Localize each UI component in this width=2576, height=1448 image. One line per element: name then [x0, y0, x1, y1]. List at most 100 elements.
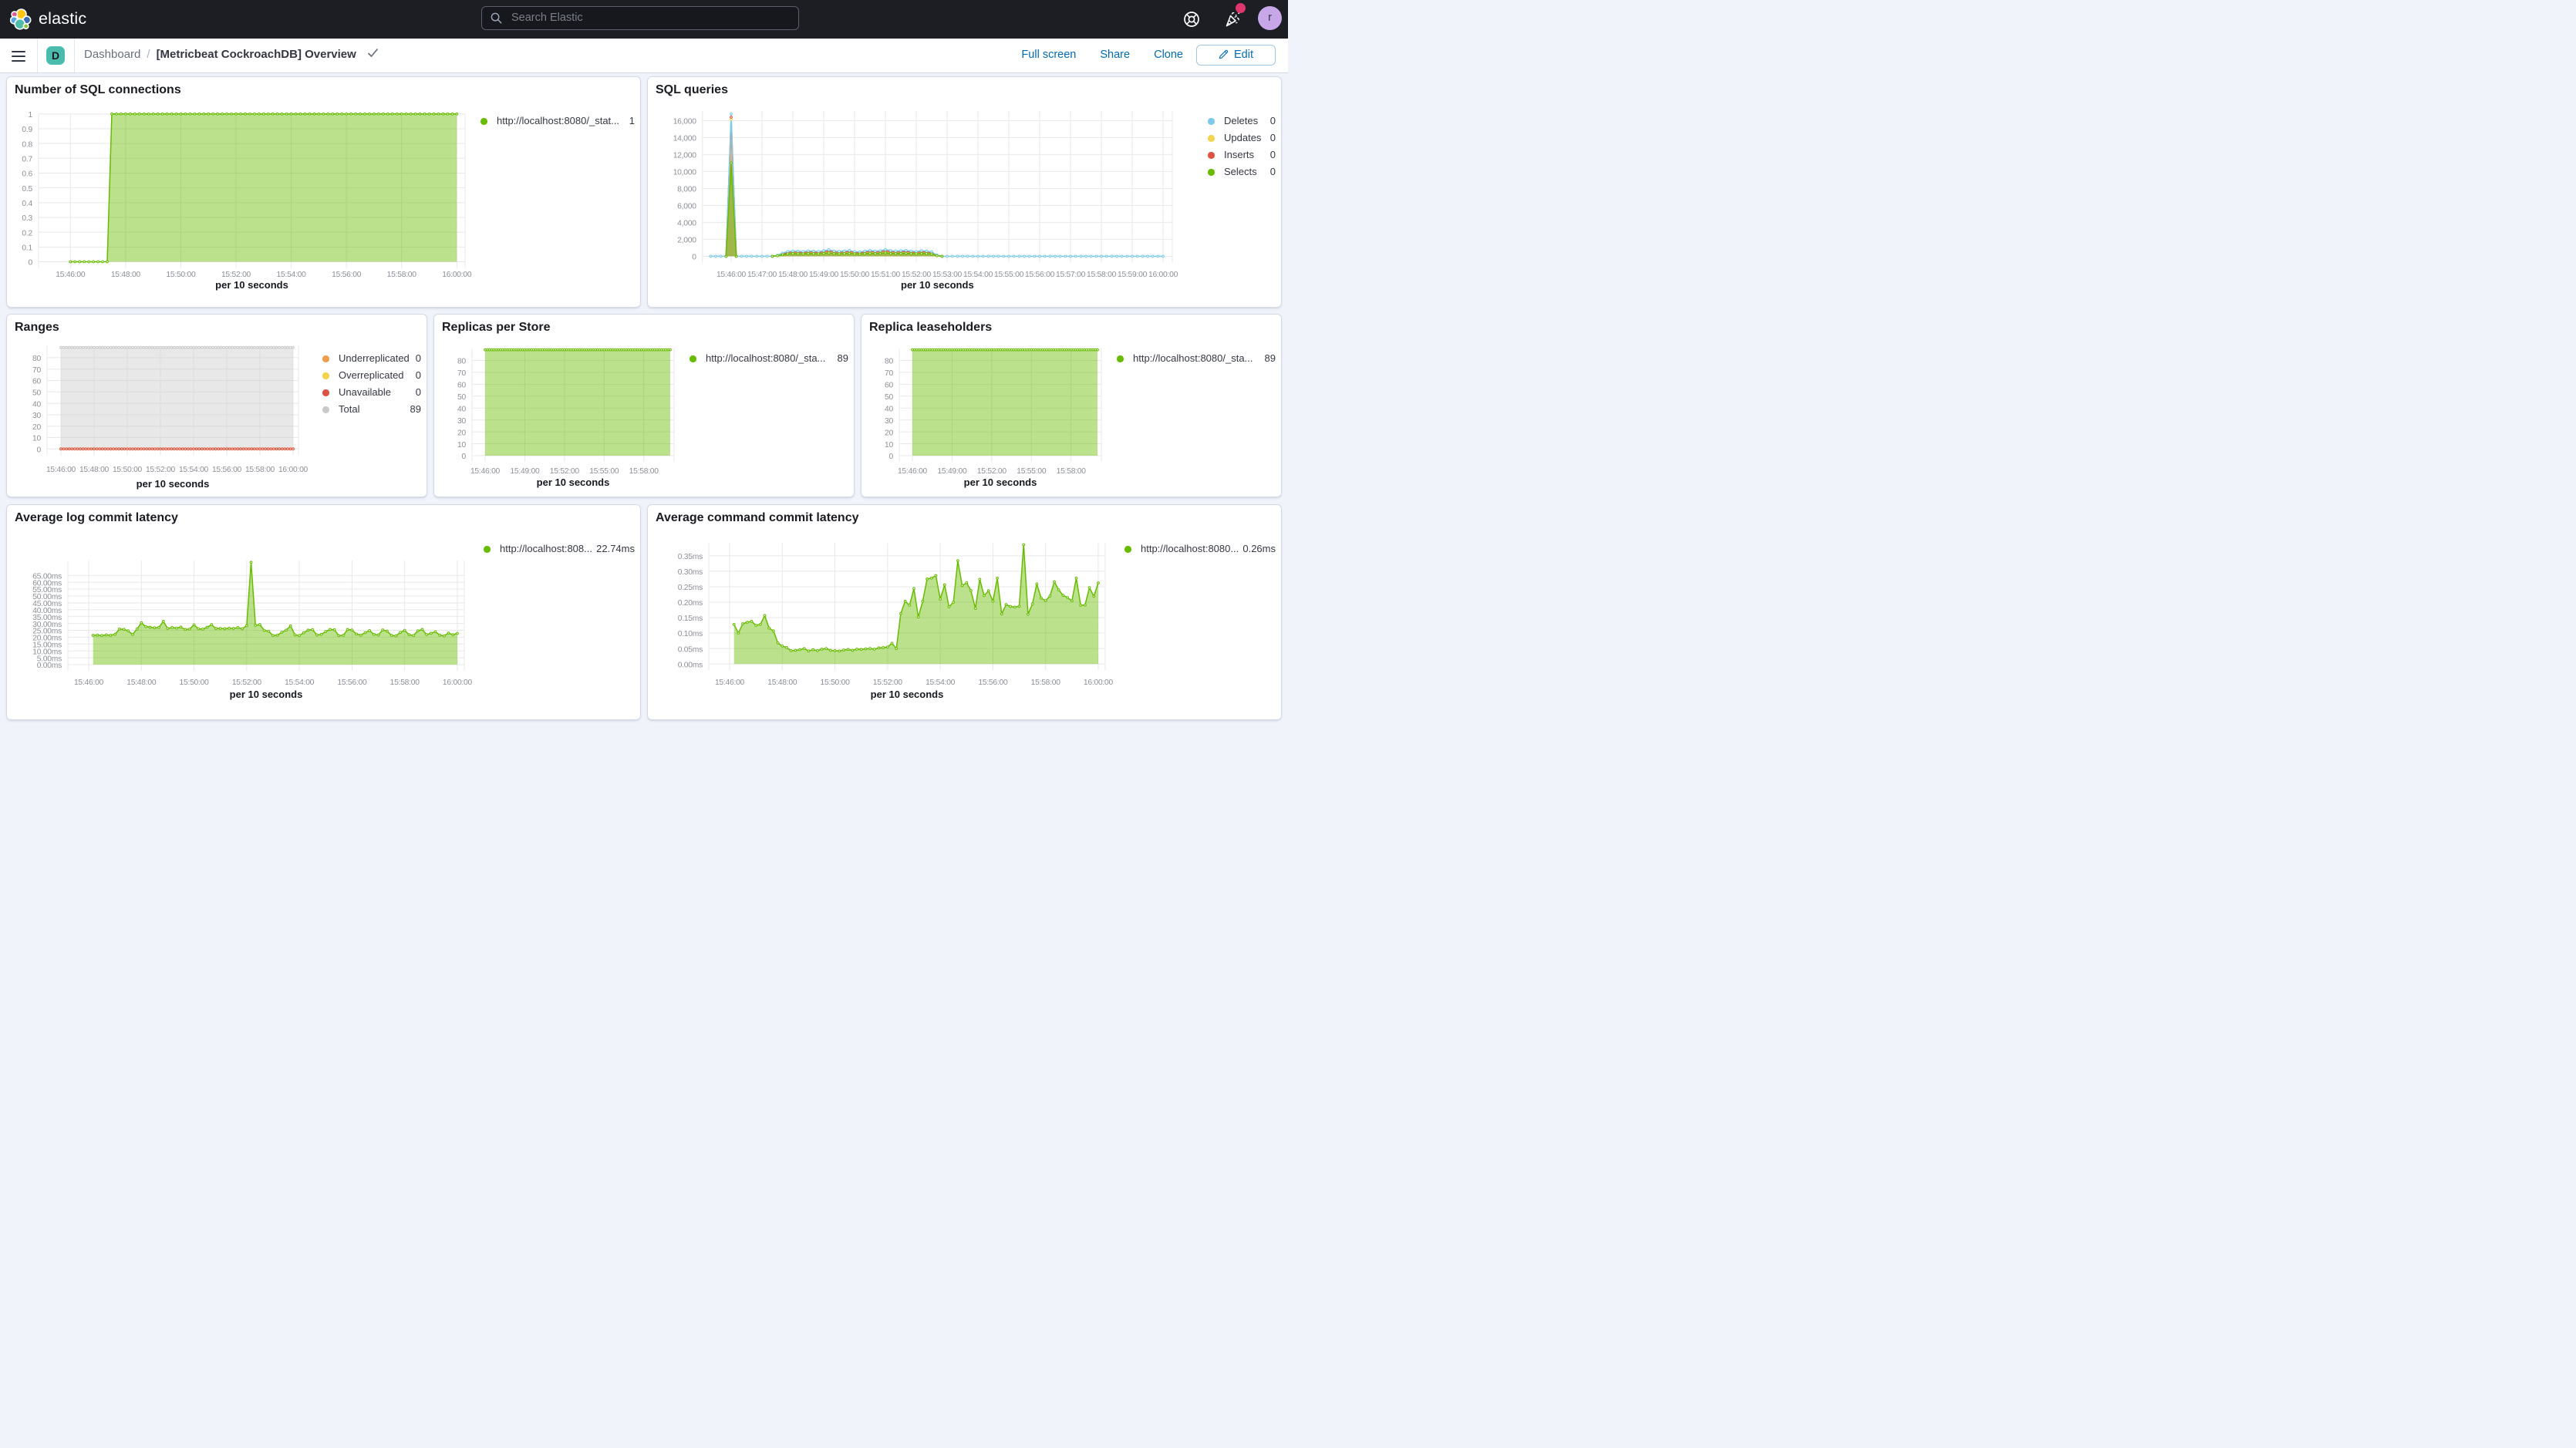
check-icon[interactable] — [367, 48, 379, 58]
svg-text:16:00:00: 16:00:00 — [442, 271, 472, 279]
breadcrumb: Dashboard/[Metricbeat CockroachDB] Overv… — [84, 48, 379, 61]
divider — [37, 39, 38, 72]
legend-series-dot — [1117, 355, 1124, 362]
svg-text:15:58:00: 15:58:00 — [629, 467, 659, 476]
dashboard-app-icon[interactable]: D — [46, 46, 65, 65]
legend-series-dot — [322, 355, 329, 362]
legend-series-label: http://localhost:8080/_sta... — [1133, 350, 1253, 367]
legend-series-label: http://localhost:8080/_sta... — [706, 350, 825, 367]
chart-replicas-per-store: 0102030405060708015:46:0015:49:0015:52:0… — [434, 315, 855, 498]
svg-text:15:50:00: 15:50:00 — [113, 466, 143, 474]
svg-text:65.00ms: 65.00ms — [32, 572, 62, 581]
svg-text:15:50:00: 15:50:00 — [821, 679, 851, 687]
svg-text:50: 50 — [32, 389, 41, 398]
svg-text:15:46:00: 15:46:00 — [898, 467, 928, 476]
svg-text:15:56:00: 15:56:00 — [1025, 271, 1055, 279]
chart-legend: http://localhost:8080...0.26ms — [1124, 540, 1276, 557]
legend-series-label: Inserts — [1224, 146, 1254, 163]
svg-text:15:52:00: 15:52:00 — [977, 467, 1007, 476]
svg-text:15:48:00: 15:48:00 — [126, 679, 157, 687]
menu-icon-bar — [12, 51, 25, 52]
legend-series-value: 0 — [1270, 130, 1276, 146]
legend-series-dot — [322, 372, 329, 379]
svg-text:15:46:00: 15:46:00 — [46, 466, 76, 474]
legend-series-dot — [1208, 169, 1215, 176]
clone-button[interactable]: Clone — [1154, 49, 1183, 61]
svg-text:10: 10 — [457, 441, 466, 450]
legend-series-label: Deletes — [1224, 113, 1258, 130]
svg-text:60: 60 — [32, 378, 41, 386]
legend-series-value: 0 — [1270, 163, 1276, 180]
divider — [74, 39, 75, 72]
svg-text:15:53:00: 15:53:00 — [932, 271, 963, 279]
svg-text:0.2: 0.2 — [22, 229, 32, 237]
legend-series-dot — [322, 389, 329, 396]
full-screen-button[interactable]: Full screen — [1021, 49, 1076, 61]
breadcrumb-dashboard-link[interactable]: Dashboard — [84, 48, 140, 61]
chart-legend: http://localhost:808...22.74ms — [484, 540, 635, 557]
legend-series-value: 22.74ms — [596, 540, 635, 557]
svg-text:15:48:00: 15:48:00 — [767, 679, 797, 687]
legend-series-value: 0 — [1270, 113, 1276, 130]
svg-text:15:52:00: 15:52:00 — [902, 271, 932, 279]
svg-text:0.3: 0.3 — [22, 214, 32, 223]
chart-sql-connections: 00.10.20.30.40.50.60.70.80.9115:46:0015:… — [7, 77, 642, 308]
legend-series-label: http://localhost:808... — [500, 540, 592, 557]
legend-series-value: 0 — [416, 350, 421, 367]
search-input[interactable]: Search Elastic — [481, 6, 799, 30]
svg-text:30: 30 — [885, 417, 893, 426]
svg-text:0.8: 0.8 — [22, 140, 32, 149]
svg-text:80: 80 — [457, 358, 466, 366]
svg-text:15:54:00: 15:54:00 — [926, 679, 956, 687]
top-header: elastic Search Elastic r — [0, 0, 1288, 39]
panel-replicas-per-store: Replicas per Store0102030405060708015:46… — [433, 314, 855, 497]
svg-text:15:47:00: 15:47:00 — [747, 271, 777, 279]
svg-text:0: 0 — [692, 254, 696, 262]
svg-text:40: 40 — [32, 400, 41, 409]
svg-text:60: 60 — [457, 382, 466, 390]
menu-icon[interactable] — [12, 51, 25, 62]
legend-item: Deletes 0 — [1208, 113, 1276, 130]
svg-text:60: 60 — [885, 382, 893, 390]
edit-button[interactable]: Edit — [1196, 45, 1276, 66]
svg-text:15:48:00: 15:48:00 — [778, 271, 808, 279]
legend-series-dot — [1208, 135, 1215, 142]
menu-icon-bar — [12, 60, 25, 62]
help-icon[interactable] — [1182, 10, 1201, 29]
legend-series-dot — [484, 546, 491, 553]
svg-text:15:54:00: 15:54:00 — [179, 466, 209, 474]
share-button[interactable]: Share — [1100, 49, 1130, 61]
svg-text:0.7: 0.7 — [22, 156, 32, 164]
chart-legend: http://localhost:8080/_sta...89 — [690, 350, 848, 367]
legend-item: Total89 — [322, 401, 421, 418]
user-avatar[interactable]: r — [1258, 6, 1282, 30]
legend-series-value: 1 — [629, 113, 635, 130]
svg-text:15:50:00: 15:50:00 — [180, 679, 210, 687]
chart-avg-command-commit-latency: 0.00ms0.05ms0.10ms0.15ms0.20ms0.25ms0.30… — [648, 505, 1283, 721]
svg-text:16:00:00: 16:00:00 — [443, 679, 473, 687]
svg-text:0.4: 0.4 — [22, 200, 32, 208]
chart-legend: http://localhost:8080/_stat...1 — [480, 113, 635, 130]
edit-button-label: Edit — [1234, 49, 1253, 61]
svg-text:15:58:00: 15:58:00 — [1087, 271, 1117, 279]
chart-sql-queries: 02,0004,0006,0008,00010,00012,00014,0001… — [648, 77, 1283, 308]
panel-sql-connections: Number of SQL connections00.10.20.30.40.… — [6, 76, 641, 308]
svg-text:0.1: 0.1 — [22, 244, 32, 253]
legend-series-dot — [690, 355, 696, 362]
search-icon — [491, 12, 502, 24]
legend-series-dot — [480, 118, 487, 125]
svg-text:15:52:00: 15:52:00 — [550, 467, 580, 476]
svg-text:15:55:00: 15:55:00 — [994, 271, 1024, 279]
panel-replica-leaseholders: Replica leaseholders0102030405060708015:… — [861, 314, 1282, 497]
svg-text:12,000: 12,000 — [673, 152, 697, 160]
svg-text:15:52:00: 15:52:00 — [873, 679, 903, 687]
legend-item: http://localhost:8080/_sta...89 — [1117, 350, 1276, 367]
svg-text:15:54:00: 15:54:00 — [963, 271, 993, 279]
chart-legend: Underreplicated0Overreplicated0Unavailab… — [322, 350, 421, 418]
svg-text:15:51:00: 15:51:00 — [871, 271, 901, 279]
elastic-logo-icon[interactable] — [10, 8, 32, 30]
svg-text:14,000: 14,000 — [673, 135, 697, 143]
svg-text:0: 0 — [29, 259, 33, 268]
svg-text:15:48:00: 15:48:00 — [79, 466, 110, 474]
svg-text:per 10 seconds: per 10 seconds — [137, 478, 210, 490]
